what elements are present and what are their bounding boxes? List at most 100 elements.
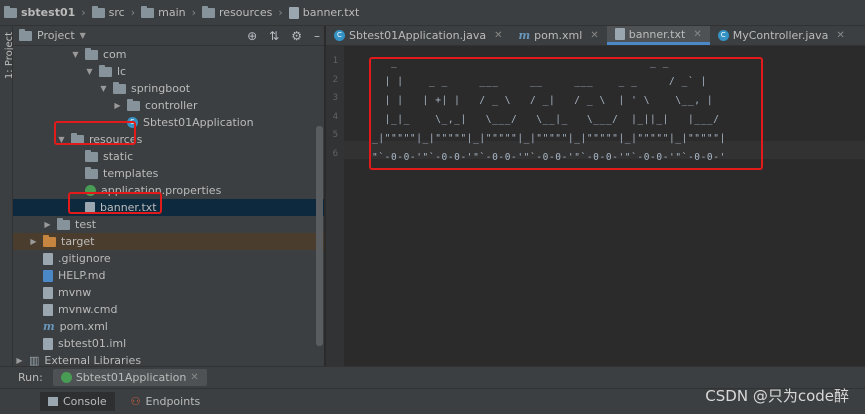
close-icon[interactable]: ✕ [190,372,198,383]
tree-item-label: HELP.md [58,269,106,282]
library-icon: ▥ [29,354,40,366]
tree-item[interactable]: banner.txt [13,199,324,216]
tab-console[interactable]: Console [40,392,115,411]
breadcrumb-project[interactable]: sbtest01 [4,5,75,19]
tree-item-label: target [61,235,95,248]
folder-icon [85,47,98,60]
chevron-down-icon[interactable]: ▼ [80,31,86,40]
editor-tabs: C Sbtest01Application.java ✕ m pom.xml ✕ banne… [326,26,865,46]
file-icon [43,303,53,316]
file-icon [43,286,53,299]
editor-tab-label: banner.txt [628,27,686,41]
editor-tab[interactable]: banner.txt ✕ [606,26,710,45]
tree-item[interactable]: HELP.md [13,267,324,284]
tree-item[interactable]: sbtest01.iml [13,335,324,352]
spring-class-icon: S [127,117,138,128]
editor-tab[interactable]: C Sbtest01Application.java ✕ [326,26,510,45]
maven-icon: m [518,29,531,42]
editor-tab-label: Sbtest01Application.java [349,29,487,42]
chevron-down-icon[interactable]: ▼ [57,135,66,144]
tree-item-label: application.properties [101,184,222,197]
chevron-down-icon[interactable]: ▼ [71,50,80,59]
tree-item[interactable]: m pom.xml [13,318,324,335]
chevron-right-icon[interactable]: ▶ [15,356,24,365]
close-icon[interactable]: ✕ [494,30,502,41]
project-icon [19,28,32,41]
tree-item-label: .gitignore [58,252,111,265]
properties-icon [85,185,96,196]
close-icon[interactable]: ✕ [693,29,701,40]
editor-tab[interactable]: C MyController.java ✕ [710,26,853,45]
chevron-down-icon[interactable]: ▼ [99,84,108,93]
close-icon[interactable]: ✕ [590,30,598,41]
tree-item-label: springboot [131,82,191,95]
line-number: 1 [332,56,338,66]
folder-icon [85,166,98,179]
run-label: Run: [18,371,43,384]
folder-icon [113,81,126,94]
folder-icon [71,132,84,145]
tree-item-label: com [103,48,127,61]
line-number: 6 [332,148,338,159]
folder-icon [91,5,105,18]
hide-icon[interactable]: – [314,29,320,43]
chevron-down-icon[interactable]: ▼ [85,67,94,76]
code-line: | | | +| | / _ \ / _| / _ \ | ' \ \__, | [372,95,714,106]
tree-item[interactable]: .gitignore [13,250,324,267]
tree-item[interactable]: static [13,148,324,165]
banner-text-content[interactable]: _ _ _ | | _ _ ___ __ ___ _ _ / _` | | | … [372,53,726,167]
folder-icon [57,217,70,230]
tree-item[interactable]: ▶ ▥ External Libraries [13,352,324,366]
class-icon: C [717,30,729,41]
breadcrumb-resources[interactable]: resources [202,5,272,19]
code-line: | | _ _ ___ __ ___ _ _ / _` | [372,76,707,87]
breadcrumb-main[interactable]: main [141,5,186,19]
editor-area: C Sbtest01Application.java ✕ m pom.xml ✕ banne… [326,26,865,366]
close-icon[interactable]: ✕ [836,30,844,41]
folder-icon [202,5,216,18]
project-panel-title[interactable]: Project [37,29,75,42]
run-config-tab[interactable]: Sbtest01Application ✕ [52,369,207,386]
text-file-icon [288,6,299,19]
tree-item[interactable]: ▶ target [13,233,324,250]
editor-tab-label: pom.xml [534,29,583,42]
tree-item[interactable]: templates [13,165,324,182]
file-icon [43,337,53,350]
breadcrumb-separator: › [278,6,283,19]
tree-item[interactable]: mvnw [13,284,324,301]
tree-item[interactable]: ▶ test [13,216,324,233]
tree-item[interactable]: application.properties [13,182,324,199]
tree-item[interactable]: ▼ lc [13,63,324,80]
line-number: 5 [332,130,338,140]
line-number: 2 [332,74,338,85]
chevron-right-icon[interactable]: ▶ [113,101,122,110]
tree-item[interactable]: ▼ springboot [13,80,324,97]
collapse-icon[interactable]: ⇅ [269,29,279,43]
gear-icon[interactable]: ⚙ [291,29,302,43]
tree-item[interactable]: ▼ resources [13,131,324,148]
tree-item[interactable]: ▼ com [13,46,324,63]
tree-item[interactable]: ▶ controller [13,97,324,114]
tree-item-label: test [75,218,97,231]
tree-item-label: Sbtest01Application [143,116,254,129]
locate-icon[interactable]: ⊕ [247,29,257,43]
tree-item[interactable]: mvnw.cmd [13,301,324,318]
tab-endpoints[interactable]: ⚇ Endpoints [131,395,201,408]
navigation-breadcrumb: sbtest01 › src › main › resources › bann… [0,0,865,26]
tree-item-label: controller [145,99,198,112]
folder-icon [127,98,140,111]
code-line: _ _ _ [372,57,670,68]
scrollbar[interactable] [316,126,323,346]
console-label: Console [63,395,107,408]
watermark: CSDN @只为code醉 [705,387,849,405]
breadcrumb-separator: › [81,6,86,19]
line-number: 3 [332,93,338,103]
editor-tab[interactable]: m pom.xml ✕ [510,26,606,45]
chevron-right-icon[interactable]: ▶ [43,220,52,229]
breadcrumb-file[interactable]: banner.txt [288,6,359,19]
breadcrumb-src[interactable]: src [91,5,125,19]
tree-item[interactable]: S Sbtest01Application [13,114,324,131]
run-config-label: Sbtest01Application [75,371,187,384]
endpoints-icon: ⚇ [130,395,141,408]
chevron-right-icon[interactable]: ▶ [29,237,38,246]
